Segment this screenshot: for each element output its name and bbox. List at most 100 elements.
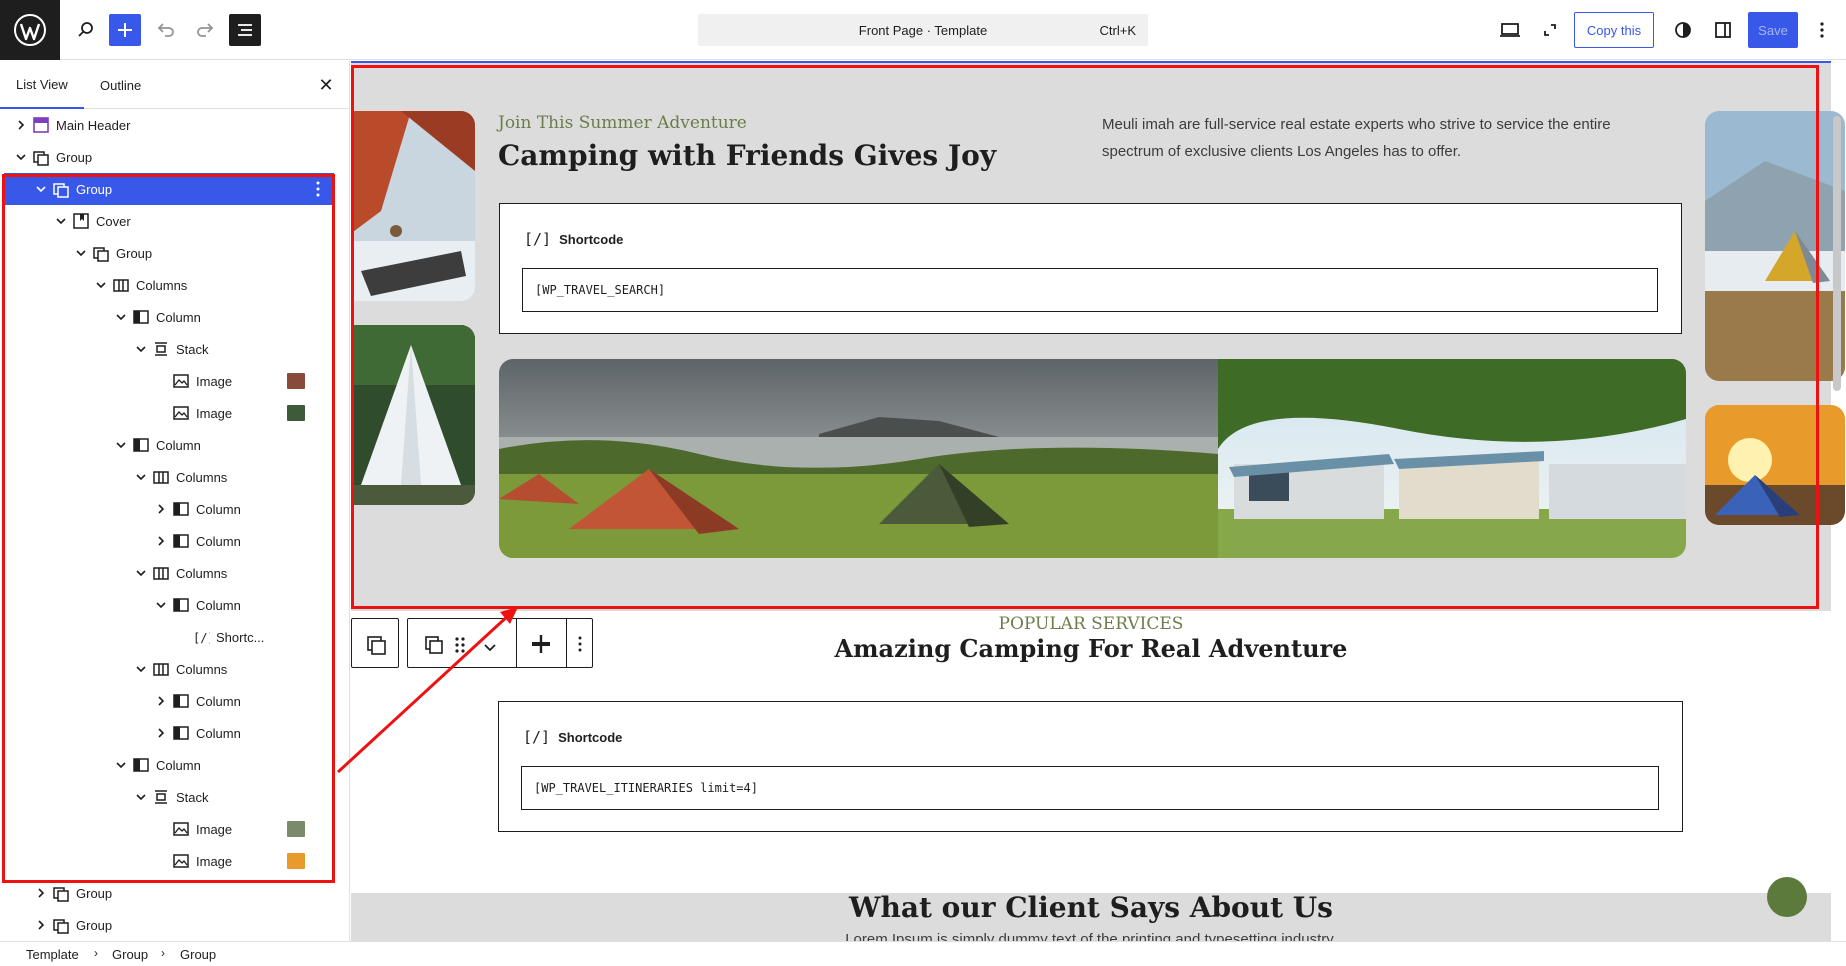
chevron-right-icon[interactable] [154, 502, 168, 516]
tree-item-columns[interactable]: Columns [0, 653, 340, 685]
wordpress-logo[interactable] [0, 0, 60, 60]
tree-item-image[interactable]: Image [0, 813, 340, 845]
tree-item-label: Shortc... [216, 630, 265, 645]
tree-item-group[interactable]: Group [0, 877, 340, 909]
image-tent-mountain[interactable] [1705, 111, 1845, 381]
tree-item-column[interactable]: Column [0, 589, 340, 621]
shortcode-icon: [/] [523, 728, 551, 746]
image-tent-sunset[interactable] [1705, 405, 1845, 525]
shortcode-input[interactable]: [WP_TRAVEL_ITINERARIES limit=4] [521, 766, 1659, 810]
settings-sidebar-button[interactable] [1707, 14, 1739, 46]
tree-item-label: Image [196, 406, 233, 421]
columns-icon [153, 471, 169, 484]
tree-item-shortcode[interactable]: [/] Shortc... [0, 621, 340, 653]
chevron-down-icon[interactable] [134, 342, 148, 356]
chevron-down-icon[interactable] [14, 150, 28, 164]
chevron-right-icon[interactable] [34, 918, 48, 932]
tree-item-column[interactable]: Column [0, 429, 340, 461]
close-icon[interactable]: ✕ [316, 75, 336, 95]
chevron-down-icon[interactable] [94, 278, 108, 292]
tree-item-column[interactable]: Column [0, 493, 340, 525]
tree-item-group[interactable]: Group [0, 141, 340, 173]
view-page-button[interactable] [1534, 14, 1566, 46]
chevron-down-icon[interactable] [114, 758, 128, 772]
wordpress-icon [14, 14, 46, 46]
chevron-right-icon[interactable] [34, 886, 48, 900]
tree-item-columns[interactable]: Columns [0, 461, 340, 493]
search-button[interactable] [70, 14, 102, 46]
tree-item-label: Main Header [56, 118, 131, 133]
save-button[interactable]: Save [1748, 12, 1798, 48]
device-preview-button[interactable] [1494, 14, 1526, 46]
command-palette-bar[interactable]: Front Page · Template Ctrl+K [698, 14, 1148, 46]
chevron-down-icon[interactable] [114, 438, 128, 452]
image-hammock[interactable] [351, 111, 475, 301]
tree-item-group[interactable]: Group [0, 909, 340, 941]
chevron-right-icon[interactable] [154, 534, 168, 548]
shortcode-icon: [/] [524, 230, 552, 248]
tree-item-group[interactable]: Group [0, 237, 340, 269]
shortcode-block-search[interactable]: [/] Shortcode [WP_TRAVEL_SEARCH] [499, 203, 1682, 334]
tree-item-columns[interactable]: Columns [0, 557, 340, 589]
cover-block[interactable]: Join This Summer Adventure Camping with … [351, 61, 1845, 611]
floating-action-button[interactable] [1767, 877, 1807, 917]
options-button[interactable] [1806, 14, 1838, 46]
tree-item-column[interactable]: Column [0, 525, 340, 557]
tree-item-column[interactable]: Column [0, 301, 340, 333]
chevron-down-icon[interactable] [134, 566, 148, 580]
more-vertical-icon[interactable] [310, 179, 326, 199]
breadcrumb-group[interactable]: Group [112, 947, 148, 962]
tree-item-stack[interactable]: Stack [0, 333, 340, 365]
shortcode-input[interactable]: [WP_TRAVEL_SEARCH] [522, 268, 1658, 312]
chevron-down-icon[interactable] [154, 598, 168, 612]
undo-button[interactable] [150, 14, 182, 46]
add-block-button[interactable] [109, 14, 141, 46]
tree-item-label: Image [196, 374, 233, 389]
tree-item-stack[interactable]: Stack [0, 781, 340, 813]
chevron-down-icon[interactable] [134, 790, 148, 804]
group-icon [93, 247, 109, 262]
chevron-down-icon[interactable] [74, 246, 88, 260]
breadcrumb-template[interactable]: Template [26, 947, 79, 962]
chevron-right-icon[interactable] [14, 118, 28, 132]
services-kicker: POPULAR SERVICES [998, 614, 1184, 634]
tree-item-image[interactable]: Image [0, 365, 340, 397]
tree-item-cover[interactable]: Cover [0, 205, 340, 237]
chevron-right-icon[interactable] [154, 726, 168, 740]
cover-icon [73, 213, 89, 229]
tree-item-columns[interactable]: Columns [0, 269, 340, 301]
styles-button[interactable] [1667, 14, 1699, 46]
copy-button[interactable]: Copy this [1574, 12, 1654, 48]
tree-item-group[interactable]: Group [4, 173, 334, 205]
chevron-down-icon[interactable] [34, 182, 48, 196]
tree-item-column[interactable]: Column [0, 749, 340, 781]
svg-text:[/]: [/] [193, 631, 210, 645]
breadcrumb-group-current[interactable]: Group [180, 947, 216, 962]
shortcode-header: [/] Shortcode [524, 230, 623, 248]
external-link-icon [1544, 24, 1556, 36]
chevron-right-icon: › [161, 946, 165, 960]
image-camping-panorama[interactable] [499, 359, 1686, 558]
chevron-right-icon[interactable] [154, 694, 168, 708]
search-icon [78, 22, 93, 37]
tree-item-image[interactable]: Image [0, 397, 340, 429]
tree-item-header[interactable]: Main Header [0, 109, 340, 141]
redo-button[interactable] [189, 14, 221, 46]
chevron-down-icon[interactable] [134, 470, 148, 484]
tree-item-column[interactable]: Column [0, 685, 340, 717]
sidebar-tabs: List View Outline ✕ [0, 61, 350, 109]
canvas-scrollbar[interactable] [1833, 116, 1841, 391]
tab-outline[interactable]: Outline [84, 61, 157, 109]
tree-item-label: Column [196, 534, 241, 549]
document-overview-button[interactable] [229, 14, 261, 46]
image-teepee[interactable] [351, 325, 475, 505]
tree-item-label: Group [76, 182, 113, 197]
stack-icon [155, 790, 167, 804]
chevron-down-icon[interactable] [54, 214, 68, 228]
chevron-down-icon[interactable] [134, 662, 148, 676]
tree-item-column[interactable]: Column [0, 717, 340, 749]
tab-list-view[interactable]: List View [0, 61, 84, 109]
chevron-down-icon[interactable] [114, 310, 128, 324]
shortcode-block-itineraries[interactable]: [/] Shortcode [WP_TRAVEL_ITINERARIES lim… [498, 701, 1683, 832]
tree-item-image[interactable]: Image [0, 845, 340, 877]
